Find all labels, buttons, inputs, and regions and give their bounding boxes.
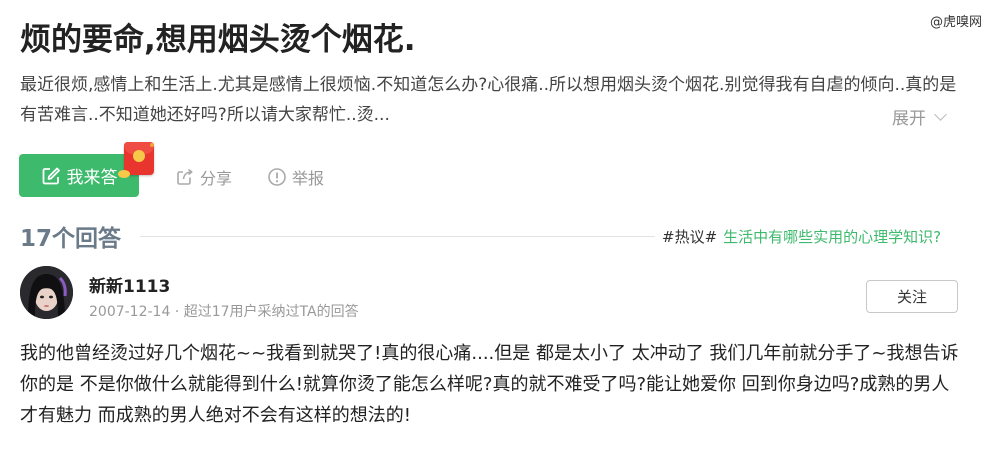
report-icon <box>268 168 286 186</box>
hot-topic-link[interactable]: 生活中有哪些实用的心理学知识? <box>723 228 941 246</box>
watermark: @虎嗅网 <box>929 15 982 30</box>
coin-decoration <box>118 170 130 178</box>
share-icon <box>177 168 193 185</box>
avatar[interactable] <box>20 266 73 319</box>
follow-button[interactable]: 关注 <box>866 280 958 313</box>
chevron-down-icon <box>934 107 947 121</box>
answer-body: 我的他曾经烫过好几个烟花~~我看到就哭了!真的很心痛....但是 都是太小了 太… <box>20 343 959 426</box>
red-packet-icon <box>124 142 154 175</box>
expand-button[interactable]: 展开 <box>892 104 947 129</box>
share-label: 分享 <box>200 169 233 188</box>
edit-icon <box>42 167 60 184</box>
divider <box>140 236 655 237</box>
answer-button-label: 我来答 <box>66 168 118 188</box>
question-description: 最近很烦,感情上和生活上.尤其是感情上很烦恼.不知道怎么办?心很痛..所以想用烟… <box>20 75 957 125</box>
answer-meta: 2007-12-14 · 超过17用户采纳过TA的回答 <box>89 304 359 320</box>
expand-label: 展开 <box>892 109 926 129</box>
answer-username[interactable]: 新新1113 <box>89 272 170 297</box>
sparkle-decoration <box>150 143 154 147</box>
hot-tag: #热议# <box>662 228 718 246</box>
question-title: 烦的要命,想用烟头烫个烟花. <box>20 22 416 58</box>
answer-count: 17个回答 <box>20 226 122 252</box>
report-button[interactable]: 举报 <box>267 165 324 189</box>
hot-topic: #热议# 生活中有哪些实用的心理学知识? <box>662 226 941 247</box>
share-button[interactable]: 分享 <box>175 165 232 189</box>
report-label: 举报 <box>292 169 325 188</box>
